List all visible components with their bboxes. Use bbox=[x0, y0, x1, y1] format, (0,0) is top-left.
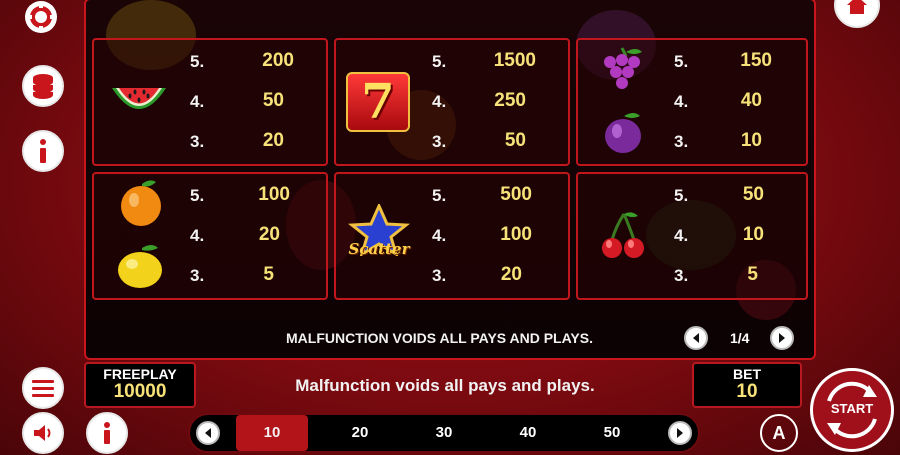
chevron-right-icon bbox=[779, 333, 785, 343]
payout-value: 10 bbox=[740, 130, 762, 151]
chevron-left-icon bbox=[693, 333, 699, 343]
bet-option-50[interactable]: 50 bbox=[576, 415, 648, 451]
payout-value: 10 bbox=[742, 224, 764, 245]
lemon-icon bbox=[118, 245, 162, 288]
menu-icon bbox=[32, 380, 54, 397]
payout-value: 250 bbox=[494, 90, 526, 111]
count-label: 4. bbox=[432, 226, 447, 245]
count-label: 3. bbox=[432, 132, 447, 151]
count-label: 4. bbox=[432, 92, 447, 111]
payout-value: 20 bbox=[258, 224, 280, 245]
paytable-card-cherry: 5. 50 4. 10 3. 5 bbox=[576, 172, 808, 300]
info-button-top[interactable] bbox=[22, 130, 64, 172]
payout-value: 5 bbox=[747, 264, 758, 285]
payout-value: 1500 bbox=[493, 50, 536, 71]
payout-value: 100 bbox=[500, 224, 532, 245]
cherry-icon bbox=[602, 212, 644, 258]
start-label: START bbox=[830, 401, 874, 416]
freeplay-value: 10000 bbox=[113, 381, 167, 402]
payout-value: 500 bbox=[500, 184, 532, 205]
info-icon bbox=[40, 139, 46, 163]
count-label: 5. bbox=[432, 52, 447, 71]
sound-button[interactable] bbox=[22, 412, 64, 454]
payout-value: 50 bbox=[262, 90, 284, 111]
coins-icon bbox=[33, 74, 53, 99]
home-button[interactable] bbox=[834, 0, 880, 28]
prev-page-button[interactable] bbox=[684, 326, 708, 350]
freeplay-box: FREEPLAY 10000 bbox=[84, 362, 196, 408]
payout-value: 150 bbox=[740, 50, 772, 71]
status-message: Malfunction voids all pays and plays. bbox=[295, 376, 595, 395]
chevron-left-icon bbox=[205, 428, 211, 438]
home-icon bbox=[847, 0, 867, 14]
payout-value: 40 bbox=[740, 90, 762, 111]
paytable-disclaimer: MALFUNCTION VOIDS ALL PAYS AND PLAYS. bbox=[286, 330, 593, 346]
bet-decrease-button[interactable] bbox=[196, 421, 220, 445]
bet-value: 10 bbox=[736, 381, 758, 402]
bet-box: BET 10 bbox=[692, 362, 802, 408]
scatter-label: Scatter bbox=[348, 240, 410, 258]
next-page-button[interactable] bbox=[770, 326, 794, 350]
bet-label: BET bbox=[733, 366, 761, 382]
count-label: 5. bbox=[432, 186, 447, 205]
payout-value: 20 bbox=[262, 130, 284, 151]
grapes-icon bbox=[604, 47, 642, 89]
payout-value: 5 bbox=[263, 264, 274, 285]
payout-value: 20 bbox=[500, 264, 522, 285]
seven-glyph: 7 bbox=[361, 74, 395, 130]
payout-value: 100 bbox=[258, 184, 290, 205]
start-button[interactable]: START bbox=[810, 368, 894, 452]
plum-icon bbox=[605, 113, 641, 153]
bet-option-20[interactable]: 20 bbox=[324, 415, 396, 451]
scatter-symbol: Scatter bbox=[344, 204, 414, 266]
info-icon bbox=[104, 422, 110, 444]
bet-option-40[interactable]: 40 bbox=[492, 415, 564, 451]
orange-icon bbox=[121, 180, 161, 226]
bet-option-10[interactable]: 10 bbox=[236, 415, 308, 451]
settings-button[interactable] bbox=[22, 0, 60, 36]
seven-icon: 7 bbox=[346, 72, 410, 132]
count-label: 5. bbox=[190, 52, 205, 71]
gear-icon bbox=[25, 1, 57, 33]
payout-value: 50 bbox=[504, 130, 526, 151]
paytable-panel: 5. 200 4. 50 3. 20 7 5. 1500 4. 250 3. 5… bbox=[84, 0, 816, 360]
paytable-card-watermelon: 5. 200 4. 50 3. 20 bbox=[92, 38, 328, 166]
autoplay-icon: A bbox=[772, 423, 786, 443]
count-label: 5. bbox=[190, 186, 205, 205]
autoplay-button[interactable]: A bbox=[760, 414, 798, 452]
bet-option-30[interactable]: 30 bbox=[408, 415, 480, 451]
count-label: 5. bbox=[674, 52, 689, 71]
count-label: 4. bbox=[190, 92, 205, 111]
payout-value: 200 bbox=[262, 50, 294, 71]
paytable-card-scatter: Scatter 5. 500 4. 100 3. 20 bbox=[334, 172, 570, 300]
count-label: 3. bbox=[190, 132, 205, 151]
coins-button[interactable] bbox=[22, 65, 64, 107]
payout-value: 50 bbox=[742, 184, 764, 205]
chevron-right-icon bbox=[677, 428, 683, 438]
freeplay-label: FREEPLAY bbox=[103, 366, 177, 382]
bet-selector: 10 20 30 40 50 bbox=[188, 413, 700, 453]
menu-button[interactable] bbox=[22, 367, 64, 409]
paytable-card-seven: 7 5. 1500 4. 250 3. 50 bbox=[334, 38, 570, 166]
watermelon-icon bbox=[112, 88, 166, 109]
paytable-card-grapes-plum: 5. 150 4. 40 3. 10 bbox=[576, 38, 808, 166]
sound-icon bbox=[34, 425, 51, 441]
bet-increase-button[interactable] bbox=[668, 421, 692, 445]
page-indicator: 1/4 bbox=[730, 330, 750, 346]
info-button-bottom[interactable] bbox=[86, 412, 128, 454]
paytable-card-orange-lemon: 5. 100 4. 20 3. 5 bbox=[92, 172, 328, 300]
